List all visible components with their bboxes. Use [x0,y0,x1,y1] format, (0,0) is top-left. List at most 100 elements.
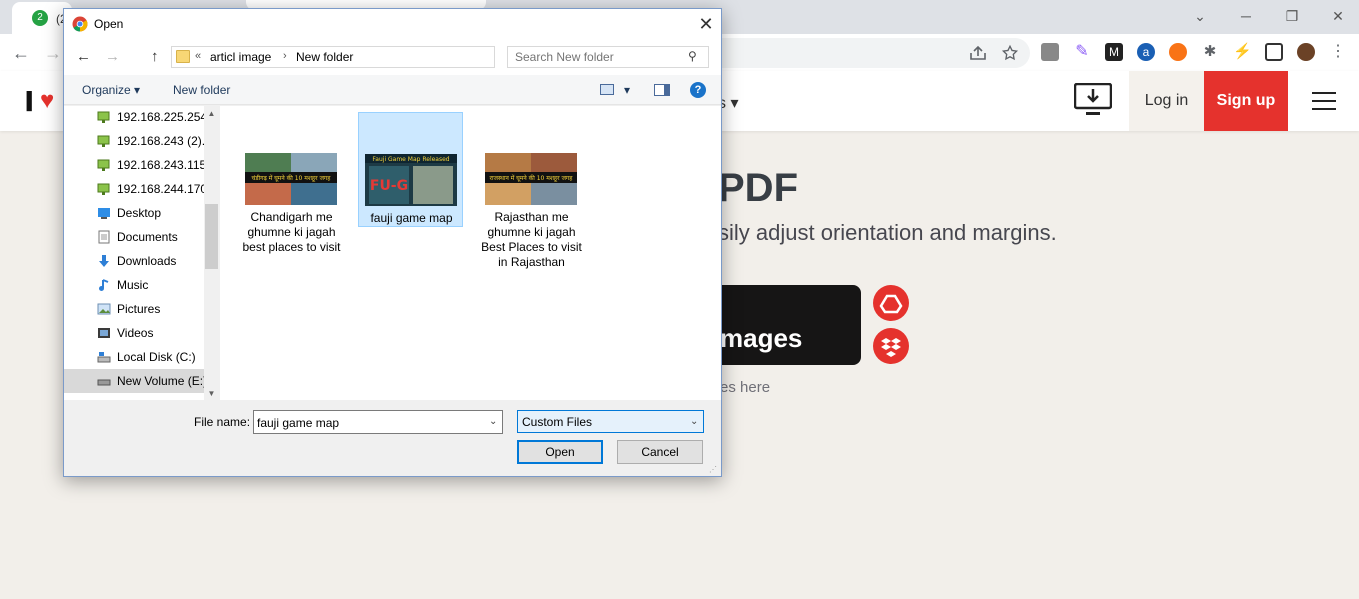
dialog-titlebar: Open ✕ [64,9,721,39]
thumbnail-image: Fauji Game Map Released FU-G [365,154,457,206]
lightning-icon[interactable]: ⚡ [1233,43,1252,61]
videos-icon [98,328,110,338]
dialog-up-icon[interactable]: ↑ [151,48,159,65]
tree-label: Desktop [117,206,162,220]
chrome-logo-icon [72,16,88,32]
tree-item-192-168-225-254[interactable]: 192.168.225.254 [64,106,207,129]
tabs-dropdown-icon[interactable]: ⌄ [1190,6,1210,26]
breadcrumb-new-folder[interactable]: New folder [296,50,353,64]
file-name-input[interactable] [257,415,482,431]
dialog-close-button[interactable]: ✕ [692,13,720,35]
file-item-rajasthan[interactable]: राजस्थान में घूमने की 10 मशहूर जगह Rajas… [479,112,584,269]
google-drive-button[interactable] [873,285,909,321]
signup-button[interactable]: Sign up [1204,71,1288,131]
folder-icon [176,50,190,63]
thumbnail-image: चंडीगढ़ में घूमने की 10 मशहूर जगह [245,153,337,205]
file-view: चंडीगढ़ में घूमने की 10 मशहूर जगह Chandi… [220,106,721,400]
file-name-combobox[interactable]: ⌄ [253,410,503,434]
network-drive-icon [97,183,110,195]
tree-item-192-168-244-170[interactable]: 192.168.244.170 [64,177,208,201]
pen-icon[interactable]: ✎ [1073,43,1091,61]
address-bar[interactable]: « articl image › New folder ⌄ ⟳ [171,46,600,68]
desktop-app-icon[interactable] [1074,83,1112,117]
file-type-select[interactable]: Custom Files ⌄ [517,410,704,433]
tree-item-new-volume-e[interactable]: New Volume (E:) [64,369,208,393]
window-close-icon[interactable]: ✕ [1328,6,1348,26]
tree-item-videos[interactable]: Videos [64,321,204,345]
dialog-navbar: ← → ↑ « articl image › New folder ⌄ ⟳ ⚲ [64,39,721,75]
open-button[interactable]: Open [517,440,603,464]
breadcrumb-articl-image[interactable]: articl image [210,50,271,64]
tree-label: Pictures [117,302,161,316]
minimize-icon[interactable]: ─ [1236,6,1256,26]
thumbnail-caption: चंडीगढ़ में घूमने की 10 मशहूर जगह [252,174,332,183]
tree-item-192-168-243-2[interactable]: 192.168.243 (2).1 [64,129,212,153]
tree-item-192-168-243-115[interactable]: 192.168.243.115 [64,153,207,177]
sidepanel-icon[interactable] [1265,43,1283,61]
drop-hint: es here [720,379,771,396]
downloads-icon [99,255,109,267]
dialog-back-icon[interactable]: ← [76,48,91,65]
view-dropdown-icon[interactable]: ▾ [624,83,630,97]
network-drive-icon [97,111,110,123]
address-overflow-icon[interactable]: « [195,50,201,62]
tree-item-downloads[interactable]: Downloads [64,249,204,273]
scroll-up-icon[interactable]: ▲ [205,109,218,118]
file-item-fauji-game-map[interactable]: Fauji Game Map Released FU-G fauji game … [358,112,463,227]
menu-dots-icon[interactable]: ⋮ [1329,43,1347,61]
open-dialog: Open ✕ ← → ↑ « articl image › New folder… [63,8,722,477]
tree-label: 192.168.243.115 [117,158,207,172]
tree-label: Documents [117,230,178,244]
profile-icon[interactable] [1297,43,1315,61]
hamburger-menu-icon[interactable] [1312,92,1336,110]
dropbox-button[interactable] [873,328,909,364]
puzzle-icon[interactable]: ✱ [1201,43,1219,61]
scroll-down-icon[interactable]: ▼ [205,389,218,398]
tree-item-desktop[interactable]: Desktop [64,201,204,225]
file-type-dropdown-icon[interactable]: ⌄ [690,416,698,427]
change-view-icon[interactable] [600,84,614,95]
a-icon[interactable]: a [1137,43,1155,61]
google-drive-icon [879,294,903,314]
organize-button[interactable]: Organize ▾ [82,83,140,97]
file-name-dropdown-icon[interactable]: ⌄ [489,416,497,427]
tree-item-documents[interactable]: Documents [64,225,204,249]
hero-title: PDF [718,166,798,210]
dropbox-icon [881,338,901,357]
tree-label: 192.168.243 (2).1 [117,134,212,148]
tree-label: 192.168.244.170 [117,182,208,196]
search-input[interactable] [515,49,685,65]
m-icon[interactable]: M [1105,43,1123,61]
tree-label: New Volume (E:) [117,374,208,388]
tree-label: Videos [117,326,154,340]
file-item-chandigarh[interactable]: चंडीगढ़ में घूमने की 10 मशहूर जगह Chandi… [239,112,344,254]
tree-item-local-disk-c[interactable]: Local Disk (C:) [64,345,204,369]
documents-icon [98,230,110,244]
thumbnail-image: राजस्थान में घूमने की 10 मशहूर जगह [485,153,577,205]
breadcrumb-separator-icon: › [283,50,287,62]
resize-grip-icon[interactable]: ⋰ [709,465,719,475]
tree-label: Downloads [117,254,177,268]
star-icon[interactable] [1001,44,1019,62]
orange-icon[interactable] [1169,43,1187,61]
help-icon[interactable]: ? [690,82,706,98]
forward-icon[interactable]: → [44,43,62,64]
search-box[interactable]: ⚲ [507,46,709,68]
svg-text:FU-G: FU-G [370,178,408,194]
dialog-forward-icon[interactable]: → [105,48,120,65]
extension-icon[interactable] [1041,43,1059,61]
back-icon[interactable]: ← [12,43,30,64]
dialog-bottom-panel: File name: ⌄ Custom Files ⌄ Open Cancel … [64,400,721,476]
tree-item-music[interactable]: Music [64,273,204,297]
login-button[interactable]: Log in [1129,71,1204,131]
preview-pane-icon[interactable] [654,84,670,96]
whatsapp-badge-icon: 2 [32,10,48,26]
cancel-button[interactable]: Cancel [617,440,703,464]
share-icon[interactable] [969,45,987,61]
restore-icon[interactable]: ❐ [1282,6,1302,26]
new-folder-button[interactable]: New folder [173,83,230,97]
search-icon[interactable]: ⚲ [688,49,697,63]
tree-item-pictures[interactable]: Pictures [64,297,204,321]
scrollbar-thumb[interactable] [205,204,218,269]
thumbnail-caption: Fauji Game Map Released [372,156,449,163]
